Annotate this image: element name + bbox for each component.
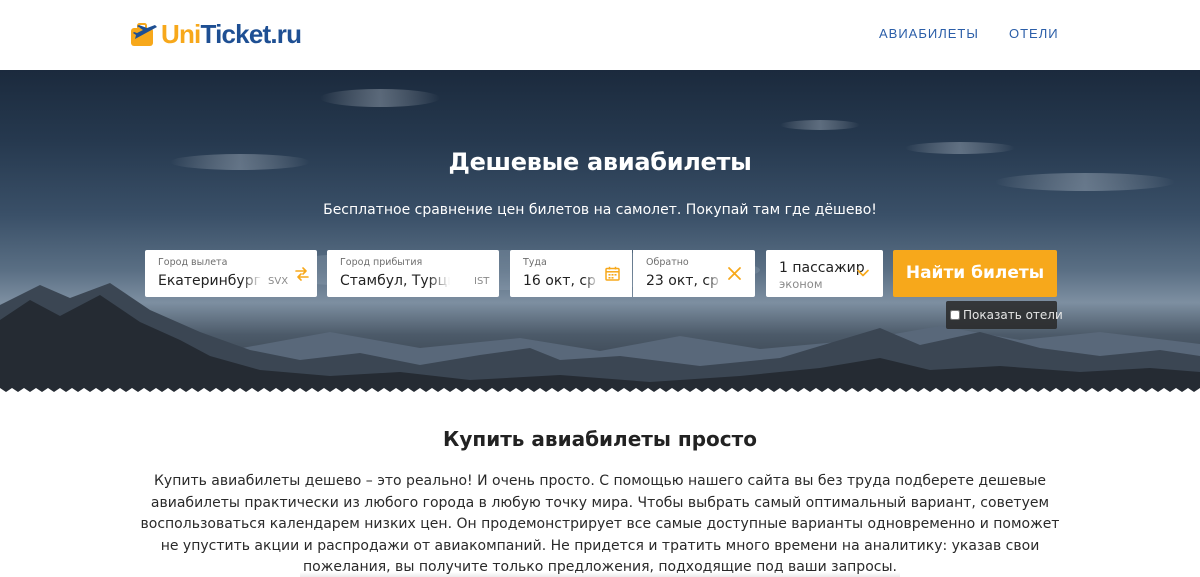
hero-subtitle: Бесплатное сравнение цен билетов на само… <box>323 202 877 218</box>
show-hotels-checkbox[interactable] <box>950 310 960 320</box>
airplane-suitcase-logo-icon <box>131 23 157 46</box>
section-title: Купить авиабилеты просто <box>443 427 757 451</box>
origin-input[interactable]: Екатеринбург, Россия <box>158 273 262 289</box>
site-logo[interactable]: UniTicket.ru <box>129 16 302 52</box>
show-hotels-label: Показать отели <box>963 308 1063 322</box>
return-date-input[interactable]: 23 окт, ср <box>646 273 722 289</box>
bottom-shadow <box>300 572 900 577</box>
search-button[interactable]: Найти билеты <box>893 250 1057 297</box>
origin-field[interactable]: Город вылета Екатеринбург, Россия SVX <box>145 250 317 297</box>
depart-date-field[interactable]: Туда 16 окт, ср <box>510 250 632 297</box>
depart-label: Туда <box>523 257 547 268</box>
chevron-down-icon <box>857 269 869 277</box>
calendar-icon[interactable] <box>605 266 620 281</box>
depart-date-input[interactable]: 16 окт, ср <box>523 273 599 289</box>
passengers-count: 1 пассажир <box>779 260 865 276</box>
logo-text: UniTicket.ru <box>161 19 302 49</box>
site-header: UniTicket.ru АВИАБИЛЕТЫ ОТЕЛИ <box>0 0 1200 70</box>
passengers-class: эконом <box>779 277 823 291</box>
swap-arrows-icon[interactable] <box>295 267 309 281</box>
destination-input[interactable]: Стамбул, Турция <box>340 273 450 289</box>
show-hotels-toggle[interactable]: Показать отели <box>946 301 1063 329</box>
close-icon[interactable] <box>727 266 742 281</box>
nav-link-hotels[interactable]: ОТЕЛИ <box>1009 26 1059 41</box>
nav-link-flights[interactable]: АВИАБИЛЕТЫ <box>879 26 979 41</box>
destination-field[interactable]: Город прибытия Стамбул, Турция IST <box>327 250 499 297</box>
origin-code: SVX <box>268 276 289 287</box>
hero-banner: Дешевые авиабилеты Бесплатное сравнение … <box>0 70 1200 393</box>
return-label: Обратно <box>646 257 689 268</box>
origin-label: Город вылета <box>158 257 228 268</box>
logo-text-uni: Uni <box>161 19 201 49</box>
passengers-select[interactable]: 1 пассажир эконом <box>766 250 883 297</box>
return-date-field[interactable]: Обратно 23 окт, ср <box>633 250 755 297</box>
section-text: Купить авиабилеты дешево – это реально! … <box>140 473 1060 575</box>
hero-title: Дешевые авиабилеты <box>448 148 752 176</box>
destination-label: Город прибытия <box>340 257 423 268</box>
destination-code: IST <box>474 276 490 287</box>
mountain-sky-background <box>0 89 1200 393</box>
logo-text-ticket: Ticket.ru <box>200 19 302 49</box>
